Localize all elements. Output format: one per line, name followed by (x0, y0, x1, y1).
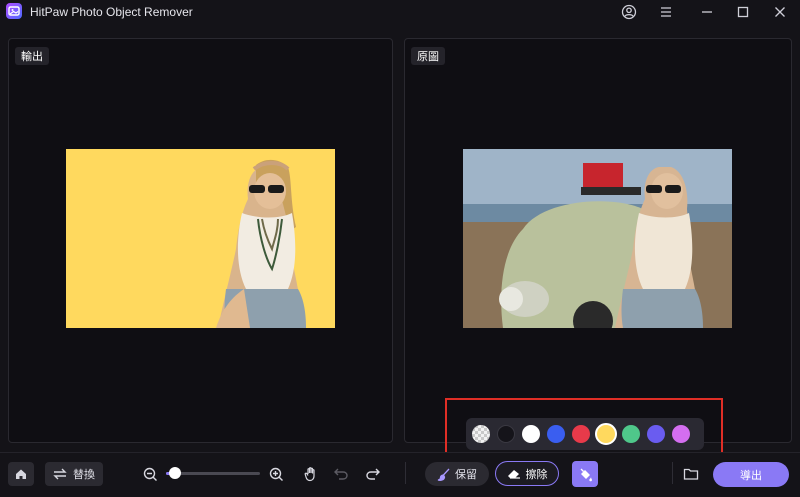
brush-icon (437, 468, 450, 481)
keep-label: 保留 (455, 469, 477, 481)
output-panel: 輸出 (8, 38, 393, 443)
undo-button[interactable] (332, 464, 350, 484)
account-icon[interactable] (618, 2, 640, 22)
redo-button[interactable] (364, 464, 382, 484)
menu-icon[interactable] (655, 2, 677, 22)
erase-label: 擦除 (525, 468, 548, 481)
original-panel-label: 原圖 (411, 47, 445, 65)
zoom-out-button[interactable] (141, 464, 159, 484)
original-image (463, 149, 732, 328)
paint-bucket-button[interactable] (572, 461, 598, 487)
original-panel: 原圖 (404, 38, 792, 443)
export-button[interactable]: 導出 (713, 462, 789, 487)
folder-icon (683, 468, 699, 480)
redo-icon (366, 468, 380, 480)
paint-bucket-icon (580, 468, 592, 481)
zoom-slider-track[interactable] (166, 467, 260, 479)
swap-icon (53, 468, 67, 480)
toolbar-divider-right (672, 462, 673, 484)
maximize-icon[interactable] (732, 2, 754, 22)
app-title: HitPaw Photo Object Remover (30, 5, 193, 19)
zoom-out-icon (143, 467, 157, 481)
folder-button[interactable] (680, 464, 702, 484)
hand-button[interactable] (301, 463, 321, 485)
minimize-icon[interactable] (696, 2, 718, 22)
keep-button[interactable]: 保留 (425, 462, 489, 486)
replace-label: 替換 (73, 469, 95, 481)
app-logo-icon (6, 3, 22, 19)
highlight-box (445, 398, 723, 460)
erase-button[interactable]: 擦除 (495, 461, 559, 486)
zoom-in-icon (269, 467, 283, 481)
output-image (66, 149, 335, 328)
hand-icon (304, 467, 315, 482)
eraser-icon (507, 469, 520, 479)
output-panel-label: 輸出 (15, 47, 49, 65)
toolbar-divider (405, 462, 406, 484)
replace-button[interactable]: 替換 (45, 462, 103, 486)
home-button[interactable] (8, 462, 34, 486)
zoom-slider-thumb[interactable] (169, 467, 181, 479)
title-bar: HitPaw Photo Object Remover (0, 0, 800, 24)
export-label: 導出 (740, 469, 762, 482)
zoom-in-button[interactable] (267, 464, 285, 484)
close-icon[interactable] (769, 2, 791, 22)
home-icon (16, 469, 26, 479)
undo-icon (334, 468, 348, 480)
